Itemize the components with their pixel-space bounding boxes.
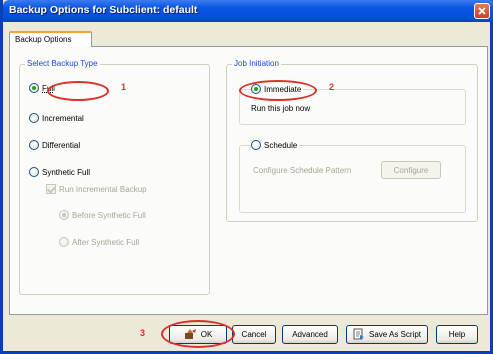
schedule-description: Configure Schedule Pattern bbox=[253, 166, 352, 175]
schedule-subgroup bbox=[239, 145, 466, 213]
title-bar[interactable]: Backup Options for Subclient: default bbox=[3, 0, 493, 22]
close-x-icon bbox=[478, 7, 486, 15]
radio-unchecked-icon bbox=[29, 113, 39, 123]
help-label: Help bbox=[448, 330, 466, 339]
window-title: Backup Options for Subclient: default bbox=[9, 4, 198, 16]
script-icon bbox=[353, 328, 365, 342]
immediate-radio[interactable]: Immediate bbox=[251, 84, 304, 94]
annotation-number-1: 1 bbox=[121, 82, 127, 92]
after-synthetic-radio[interactable]: After Synthetic Full bbox=[59, 237, 139, 247]
incremental-label: Incremental bbox=[42, 113, 84, 123]
radio-unchecked-icon bbox=[29, 167, 39, 177]
ok-label: OK bbox=[200, 330, 213, 339]
annotation-number-2: 2 bbox=[329, 82, 335, 92]
before-synthetic-radio[interactable]: Before Synthetic Full bbox=[59, 210, 146, 220]
radio-checked-icon bbox=[251, 84, 261, 94]
job-initiation-group: Job Initiation Immediate Run this job no… bbox=[226, 59, 478, 222]
incremental-radio[interactable]: Incremental bbox=[29, 113, 84, 123]
differential-label: Differential bbox=[42, 140, 81, 150]
immediate-description: Run this job now bbox=[251, 104, 311, 113]
checkbox-checked-icon bbox=[46, 184, 56, 194]
radio-checked-icon bbox=[59, 210, 69, 220]
immediate-label: Immediate bbox=[264, 84, 302, 94]
schedule-radio[interactable]: Schedule bbox=[251, 140, 300, 150]
save-as-script-label: Save As Script bbox=[368, 330, 422, 339]
cancel-label: Cancel bbox=[241, 330, 267, 339]
ok-icon bbox=[184, 328, 197, 342]
synthetic-full-radio[interactable]: Synthetic Full bbox=[29, 167, 90, 177]
radio-unchecked-icon bbox=[251, 140, 261, 150]
cancel-button[interactable]: Cancel bbox=[232, 325, 276, 344]
advanced-button[interactable]: Advanced bbox=[282, 325, 338, 344]
full-label: Full bbox=[42, 83, 55, 93]
save-as-script-button[interactable]: Save As Script bbox=[346, 325, 428, 344]
backup-type-group: Select Backup Type Full Incremental Diff… bbox=[19, 59, 210, 295]
configure-label: Configure bbox=[393, 165, 429, 175]
dialog-window: Backup Options for Subclient: default Ba… bbox=[0, 0, 493, 354]
close-button[interactable] bbox=[474, 3, 490, 19]
schedule-label: Schedule bbox=[264, 140, 298, 150]
ok-button[interactable]: OK bbox=[169, 325, 227, 344]
differential-radio[interactable]: Differential bbox=[29, 140, 80, 150]
advanced-label: Advanced bbox=[292, 330, 328, 339]
full-radio[interactable]: Full bbox=[29, 83, 55, 93]
synthetic-full-label: Synthetic Full bbox=[42, 167, 91, 177]
job-initiation-legend: Job Initiation bbox=[232, 59, 281, 68]
configure-button[interactable]: Configure bbox=[381, 161, 441, 179]
options-panel: Select Backup Type Full Incremental Diff… bbox=[9, 46, 488, 315]
backup-type-legend: Select Backup Type bbox=[25, 59, 100, 68]
run-incremental-checkbox[interactable]: Run Incremental Backup bbox=[46, 184, 147, 194]
radio-checked-icon bbox=[29, 83, 39, 93]
tab-backup-options[interactable]: Backup Options bbox=[9, 31, 92, 47]
after-synthetic-label: After Synthetic Full bbox=[72, 237, 140, 247]
radio-unchecked-icon bbox=[29, 140, 39, 150]
before-synthetic-label: Before Synthetic Full bbox=[72, 210, 146, 220]
radio-unchecked-icon bbox=[59, 237, 69, 247]
run-incremental-label: Run Incremental Backup bbox=[59, 184, 147, 194]
help-button[interactable]: Help bbox=[436, 325, 478, 344]
annotation-number-3: 3 bbox=[140, 328, 146, 338]
